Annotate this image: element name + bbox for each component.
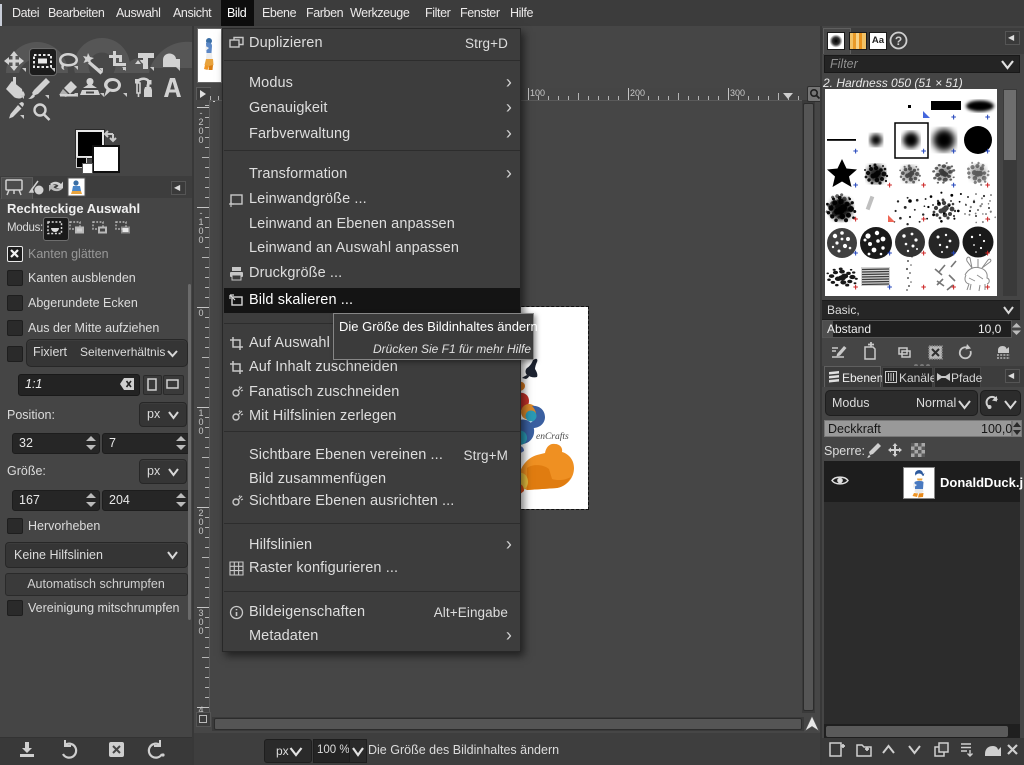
svg-text:+: + (985, 146, 990, 156)
svg-text:+: + (853, 248, 858, 258)
svg-text:+: + (985, 112, 990, 122)
svg-text:+: + (951, 248, 956, 258)
svg-text:+: + (887, 282, 892, 292)
svg-text:+: + (887, 180, 892, 190)
svg-text:+: + (921, 282, 926, 292)
svg-text:+: + (985, 282, 990, 292)
svg-text:+: + (921, 248, 926, 258)
svg-text:+: + (921, 214, 926, 224)
svg-text:+: + (853, 180, 858, 190)
svg-text:enCrafts: enCrafts (536, 431, 569, 442)
svg-text:+: + (951, 282, 956, 292)
svg-text:+: + (951, 112, 956, 122)
svg-text:+: + (921, 180, 926, 190)
svg-text:+: + (853, 214, 858, 224)
svg-text:+: + (921, 146, 926, 156)
svg-text:+: + (951, 180, 956, 190)
svg-text:+: + (985, 180, 990, 190)
svg-text:+: + (853, 146, 858, 156)
svg-text:+: + (985, 214, 990, 224)
svg-text:?: ? (895, 34, 902, 48)
svg-text:+: + (887, 248, 892, 258)
svg-text:+: + (985, 248, 990, 258)
svg-text:+: + (951, 146, 956, 156)
svg-text:+: + (853, 282, 858, 292)
